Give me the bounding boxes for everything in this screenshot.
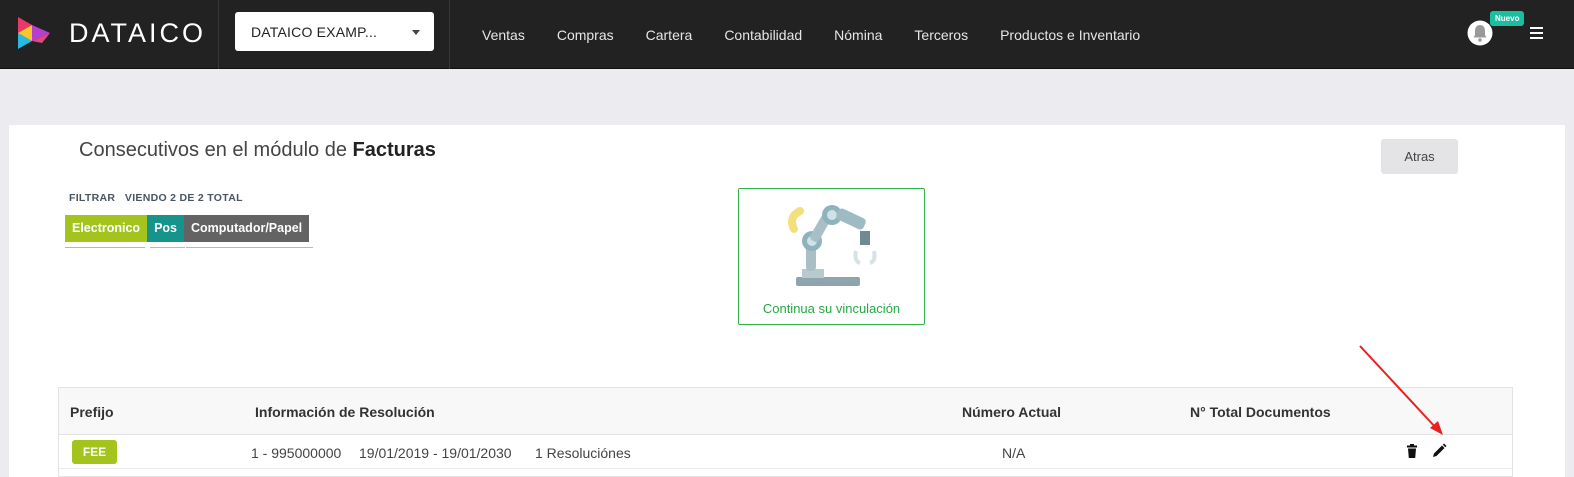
column-header-resolucion: Información de Resolución <box>255 404 435 420</box>
page-title-module: Facturas <box>352 139 436 161</box>
pencil-icon[interactable] <box>1431 443 1447 459</box>
nav-item-contabilidad[interactable]: Contabilidad <box>708 27 818 43</box>
filter-summary: FILTRAR VIENDO 2 DE 2 TOTAL <box>69 192 243 204</box>
bell-icon[interactable] <box>1467 20 1493 46</box>
table-row[interactable]: FEE 1 - 995000000 19/01/2019 - 19/01/203… <box>59 435 1512 469</box>
nav-item-terceros[interactable]: Terceros <box>898 27 984 43</box>
filter-label[interactable]: FILTRAR <box>69 192 115 204</box>
filter-chip-electronico[interactable]: Electronico <box>65 215 148 242</box>
column-header-prefijo: Prefijo <box>70 404 114 420</box>
chevron-down-icon <box>412 30 420 35</box>
nav-item-cartera[interactable]: Cartera <box>630 27 709 43</box>
column-header-total-documentos: N° Total Documentos <box>1190 404 1331 420</box>
top-navbar: DATAICO DATAICO EXAMP... Ventas Compras … <box>0 0 1574 69</box>
company-selector-label: DATAICO EXAMP... <box>251 24 378 40</box>
resolution-count: 1 Resoluciónes <box>535 445 631 461</box>
hamburger-menu-icon[interactable] <box>1530 27 1543 39</box>
annotation-arrow <box>1359 345 1443 435</box>
company-selector[interactable]: DATAICO EXAMP... <box>235 12 434 51</box>
column-header-numero-actual: Número Actual <box>962 404 1062 420</box>
brand[interactable]: DATAICO <box>0 0 219 69</box>
notification-badge: Nuevo <box>1490 11 1525 26</box>
back-button[interactable]: Atras <box>1381 139 1458 174</box>
robot-arm-illustration <box>788 205 877 286</box>
content-card: Consecutivos en el módulo de Facturas At… <box>9 125 1565 477</box>
main-nav: Ventas Compras Cartera Contabilidad Nómi… <box>466 0 1156 69</box>
filter-chip-pos[interactable]: Pos <box>147 215 185 242</box>
result-count: VIENDO 2 DE 2 TOTAL <box>124 192 243 204</box>
promo-text: Continua su vinculación <box>762 301 901 316</box>
navbar-divider <box>449 0 450 69</box>
prefix-badge: FEE <box>72 440 117 464</box>
resolution-dates: 19/01/2019 - 19/01/2030 <box>359 445 512 461</box>
current-number: N/A <box>1002 445 1026 461</box>
page-title-prefix: Consecutivos en el módulo de <box>79 139 347 161</box>
nav-item-nomina[interactable]: Nómina <box>818 27 898 43</box>
nav-item-ventas[interactable]: Ventas <box>466 27 541 43</box>
page-title: Consecutivos en el módulo de Facturas <box>79 139 436 162</box>
consecutives-table: Prefijo Información de Resolución Número… <box>58 387 1513 477</box>
nav-item-compras[interactable]: Compras <box>541 27 630 43</box>
nav-item-productos-inventario[interactable]: Productos e Inventario <box>984 27 1156 43</box>
brand-name: DATAICO <box>69 18 207 48</box>
onboarding-promo[interactable]: Continua su vinculación <box>738 188 925 325</box>
table-header: Prefijo Información de Resolución Número… <box>59 388 1512 435</box>
filter-chips: Electronico Pos Computador/Papel <box>65 215 310 242</box>
dataico-logo-icon <box>18 17 50 49</box>
trash-icon[interactable] <box>1404 443 1420 459</box>
filter-chip-computador-papel[interactable]: Computador/Papel <box>184 215 310 242</box>
resolution-range: 1 - 995000000 <box>251 445 342 461</box>
